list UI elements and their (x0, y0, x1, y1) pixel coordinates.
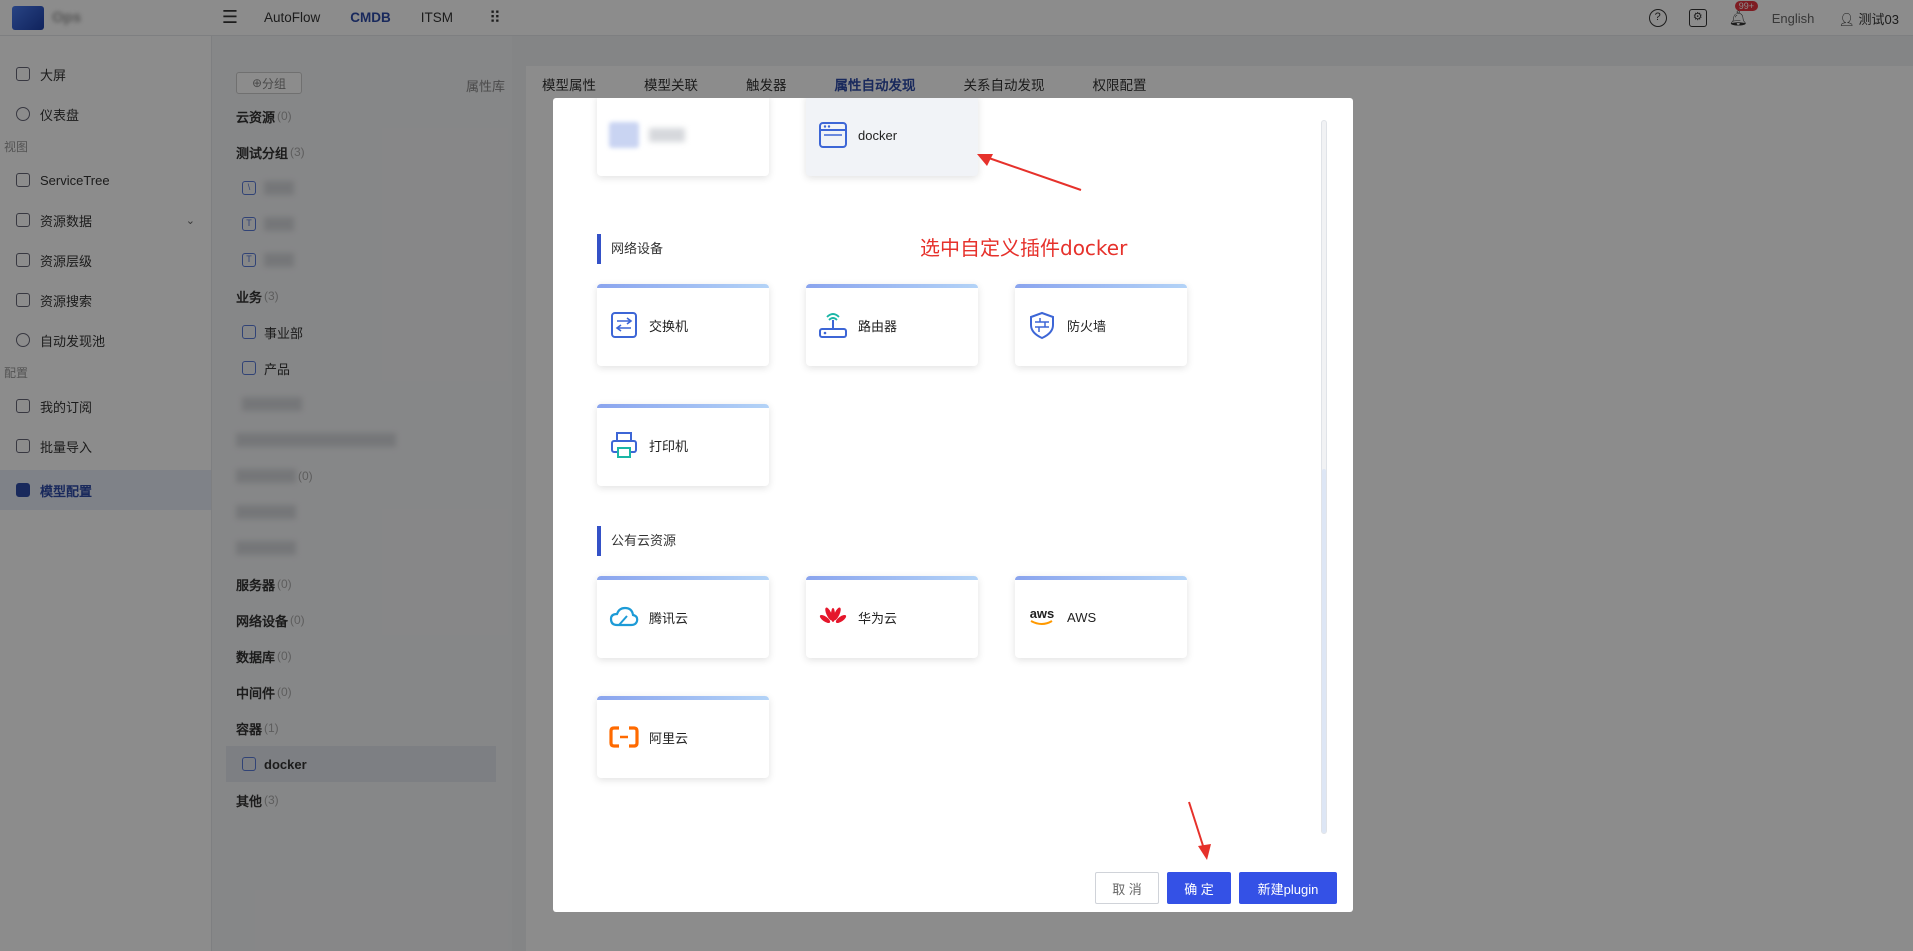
aws-icon: aws (1027, 602, 1057, 632)
plugin-card-docker[interactable]: docker (806, 98, 978, 176)
plugin-card-label: 路由器 (858, 318, 898, 334)
plugin-card-huawei-cloud[interactable]: 华为云 (806, 576, 978, 658)
plugin-card-aliyun[interactable]: 阿里云 (597, 696, 769, 778)
blurred-icon (609, 120, 639, 150)
annotation-text: 选中自定义插件docker (920, 236, 1128, 260)
annotation-arrow-icon (1188, 801, 1211, 860)
plugin-card-label: 防火墙 (1067, 318, 1107, 334)
plugin-card-aws[interactable]: aws AWS (1015, 576, 1187, 658)
aliyun-icon (609, 722, 639, 752)
plugin-card-printer[interactable]: 打印机 (597, 404, 769, 486)
plugin-card-label: 腾讯云 (649, 610, 689, 626)
plugin-card-firewall[interactable]: 防火墙 (1015, 284, 1187, 366)
switch-icon (609, 310, 639, 340)
firewall-icon (1027, 310, 1057, 340)
plugin-card-label: 交换机 (649, 318, 689, 334)
plugin-card-label: 华为云 (858, 610, 898, 626)
router-icon (818, 310, 848, 340)
blurred-text (649, 128, 685, 142)
confirm-button[interactable]: 确 定 (1167, 872, 1231, 904)
tencent-cloud-icon (609, 602, 639, 632)
huawei-icon (818, 602, 848, 632)
plugin-select-modal: docker 网络设备 交换机 路由器 防火墙 打印机 公有云资源 腾讯云 华为… (553, 98, 1353, 912)
annotation-arrow-icon (977, 154, 1082, 191)
new-plugin-button[interactable]: 新建plugin (1239, 872, 1337, 904)
cancel-button[interactable]: 取 消 (1095, 872, 1159, 904)
plugin-card-label: 打印机 (649, 438, 689, 454)
plugin-card-label: AWS (1067, 609, 1097, 625)
section-network-devices: 网络设备 (597, 234, 663, 264)
plugin-card-tencent-cloud[interactable]: 腾讯云 (597, 576, 769, 658)
plugin-card-label: 阿里云 (649, 730, 689, 746)
scrollbar-thumb[interactable] (1322, 469, 1326, 833)
section-public-cloud: 公有云资源 (597, 526, 676, 556)
plugin-card-router[interactable]: 路由器 (806, 284, 978, 366)
aws-logo-text: aws (1029, 606, 1055, 621)
plugin-card-switch[interactable]: 交换机 (597, 284, 769, 366)
printer-icon (609, 430, 639, 460)
window-icon (818, 120, 848, 150)
modal-scrollbar[interactable] (1321, 120, 1327, 834)
plugin-card-label: docker (858, 127, 898, 143)
plugin-card-blurred[interactable] (597, 98, 769, 176)
